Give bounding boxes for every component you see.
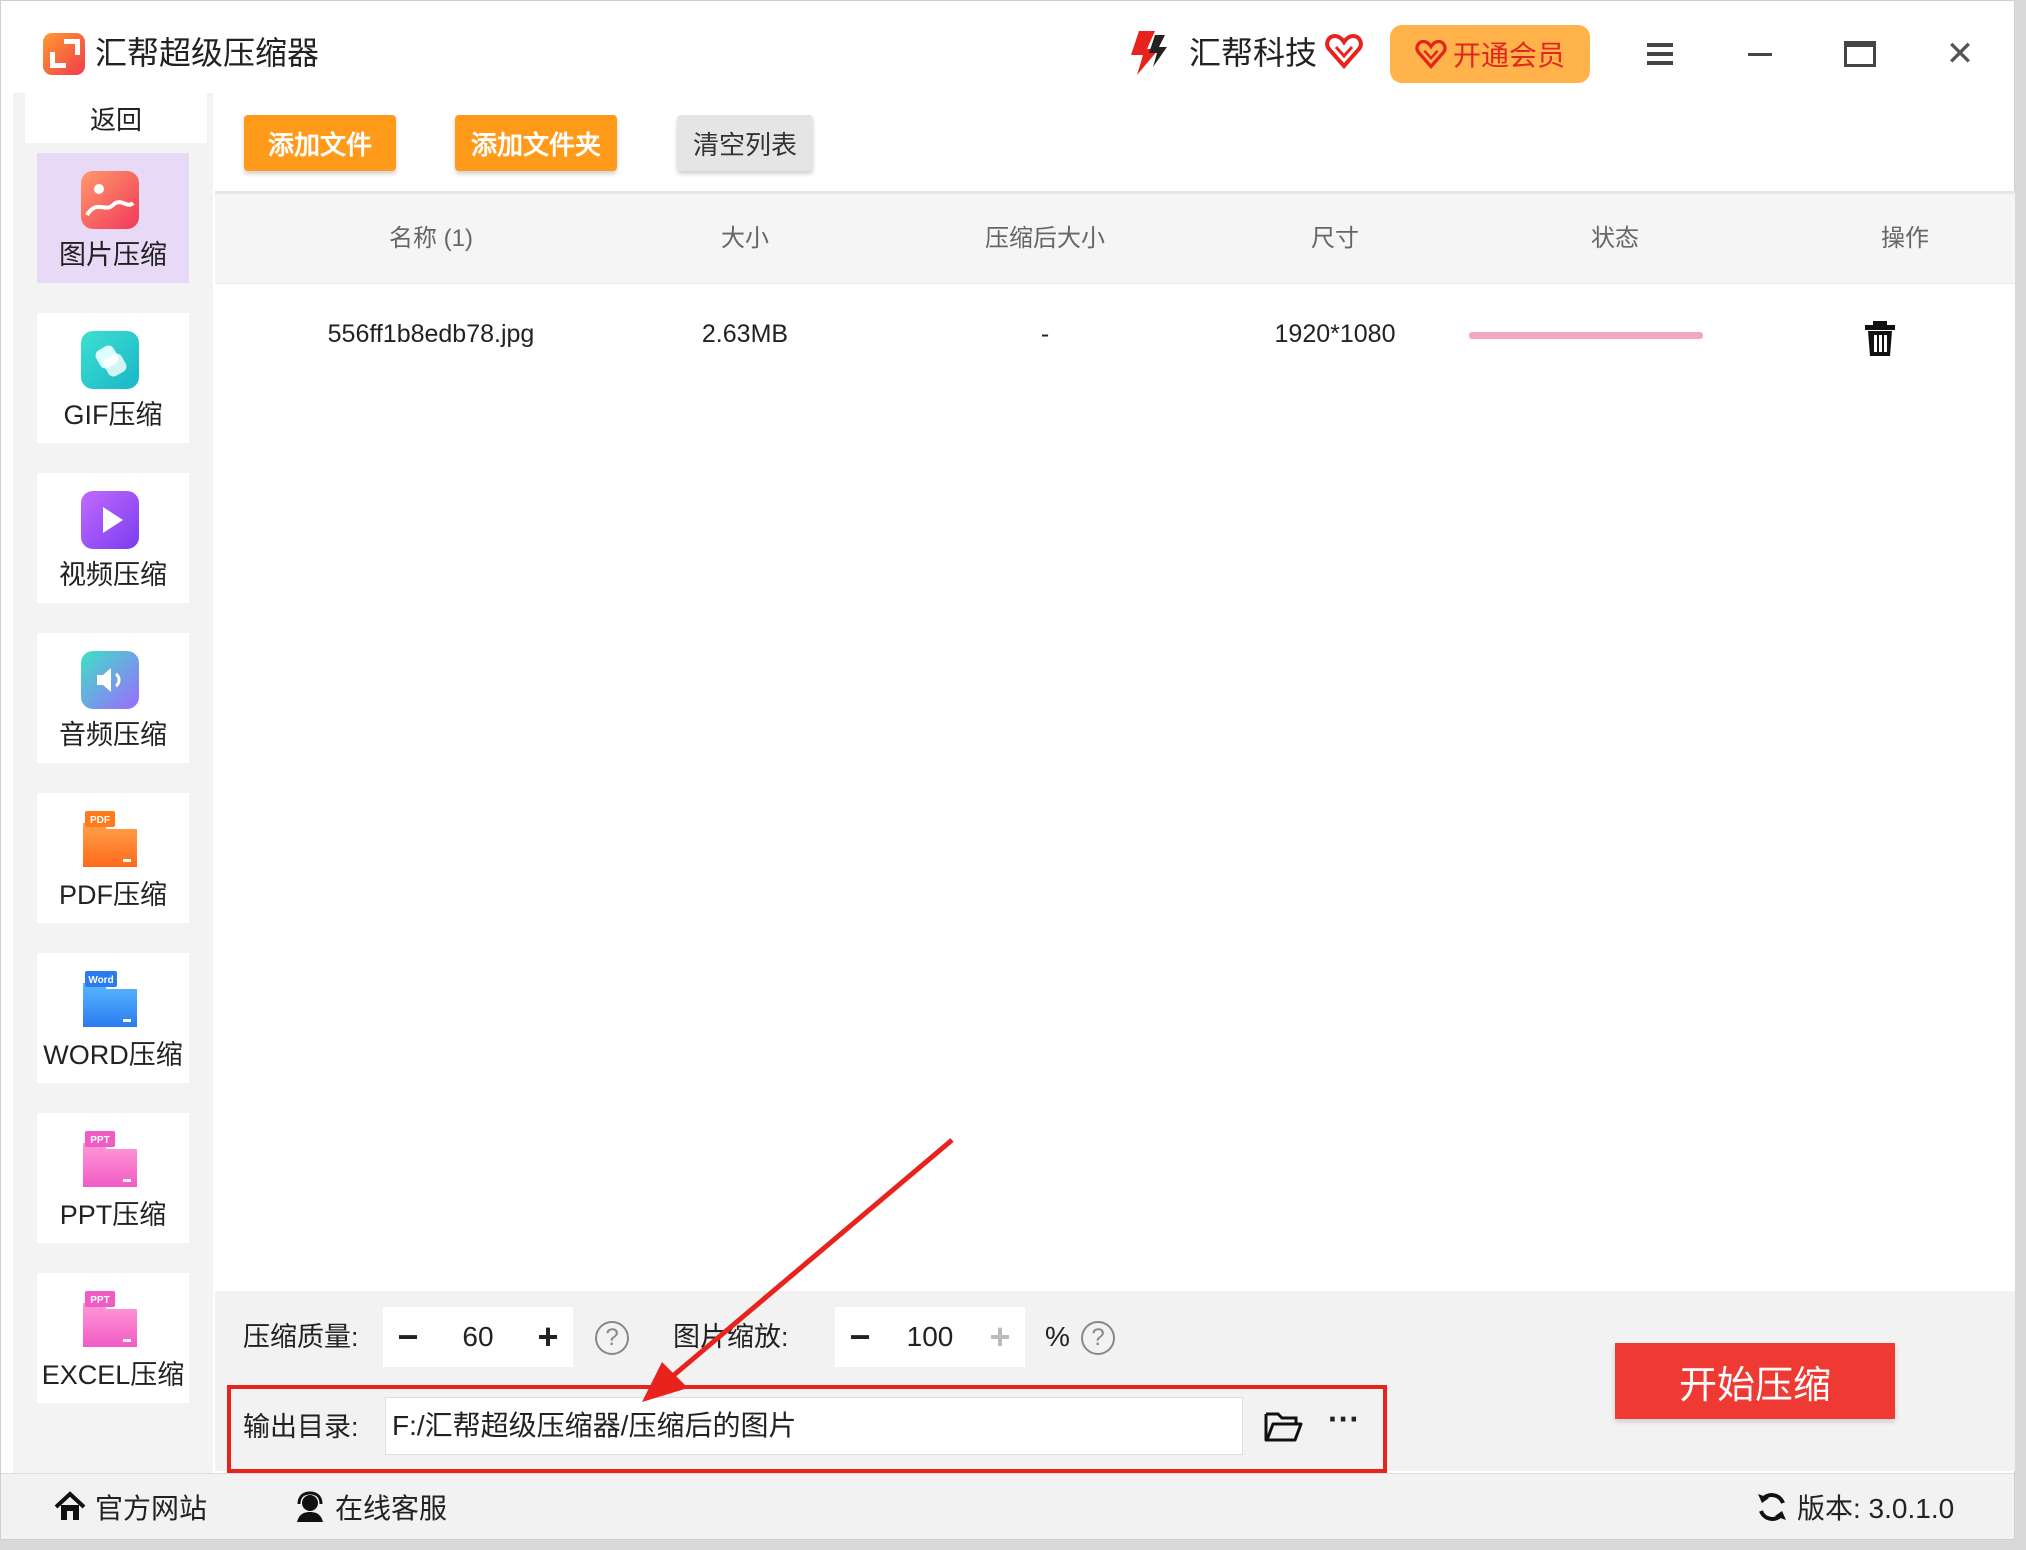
folder-open-icon[interactable] bbox=[1263, 1409, 1303, 1443]
scale-help-icon[interactable]: ? bbox=[1081, 1321, 1115, 1355]
column-header-dimensions[interactable]: 尺寸 bbox=[1215, 194, 1455, 284]
brand-name: 汇帮科技 bbox=[1189, 35, 1318, 71]
column-header-compressed-size[interactable]: 压缩后大小 bbox=[915, 194, 1175, 284]
sidebar-item-excel[interactable]: PPT EXCEL压缩 bbox=[37, 1273, 189, 1403]
scale-value[interactable]: 100 bbox=[885, 1321, 975, 1353]
table-header: 名称 (1) 大小 压缩后大小 尺寸 状态 操作 bbox=[215, 194, 2015, 284]
sidebar-item-pdf[interactable]: PDF PDF压缩 bbox=[37, 793, 189, 923]
sidebar-item-gif[interactable]: GIF压缩 bbox=[37, 313, 189, 443]
table-row[interactable]: 556ff1b8edb78.jpg 2.63MB - 1920*1080 bbox=[215, 284, 2015, 384]
online-service-label: 在线客服 bbox=[335, 1493, 448, 1524]
scale-increase-button[interactable]: + bbox=[975, 1307, 1025, 1367]
menu-icon bbox=[1647, 52, 1673, 56]
quality-help-icon[interactable]: ? bbox=[595, 1321, 629, 1355]
official-site-label: 官方网站 bbox=[95, 1493, 208, 1524]
delete-icon[interactable] bbox=[1860, 318, 1900, 358]
close-icon: ✕ bbox=[1945, 35, 1975, 73]
vip-button[interactable]: 开通会员 bbox=[1390, 25, 1590, 83]
version-label: 版本: 3.0.1.0 bbox=[1797, 1493, 1955, 1524]
add-folder-button[interactable]: 添加文件夹 bbox=[455, 115, 617, 171]
official-site-link[interactable]: 官方网站 bbox=[53, 1474, 207, 1540]
start-compress-button[interactable]: 开始压缩 bbox=[1615, 1343, 1895, 1419]
quality-increase-button[interactable]: + bbox=[523, 1307, 573, 1367]
compressed-size: - bbox=[1040, 320, 1050, 348]
more-options-button[interactable]: ··· bbox=[1319, 1399, 1369, 1449]
minimize-button[interactable] bbox=[1735, 29, 1785, 79]
app-title: 汇帮超级压缩器 bbox=[95, 35, 320, 71]
sidebar-item-label: 图片压缩 bbox=[59, 240, 167, 270]
status-progress-bar bbox=[1469, 332, 1703, 339]
home-icon bbox=[54, 1491, 86, 1520]
scale-stepper[interactable]: − 100 + bbox=[835, 1307, 1025, 1367]
file-size: 2.63MB bbox=[701, 320, 789, 348]
close-button[interactable]: ✕ bbox=[1935, 29, 1985, 79]
brand-logo-icon bbox=[1131, 31, 1167, 75]
column-header-action: 操作 bbox=[1881, 225, 1929, 252]
app-window: 汇帮超级压缩器 汇帮科技 开通会员 ✕ 返回 图片压缩 GIF压缩 视频压缩 音… bbox=[0, 0, 2015, 1540]
sidebar-item-ppt[interactable]: PPT PPT压缩 bbox=[37, 1113, 189, 1243]
excel-icon: PPT bbox=[83, 1291, 137, 1347]
sidebar-item-label: GIF压缩 bbox=[63, 400, 163, 430]
scale-unit: % bbox=[1045, 1321, 1070, 1352]
online-service-link[interactable]: 在线客服 bbox=[293, 1474, 447, 1540]
column-header-status[interactable]: 状态 bbox=[1485, 194, 1745, 284]
sidebar-item-label: EXCEL压缩 bbox=[41, 1360, 185, 1390]
scale-label: 图片缩放: bbox=[673, 1322, 789, 1352]
vip-button-label: 开通会员 bbox=[1452, 40, 1565, 71]
image-icon bbox=[81, 171, 139, 229]
pdf-icon: PDF bbox=[83, 811, 137, 867]
quality-stepper[interactable]: − 60 + bbox=[383, 1307, 573, 1367]
vip-heart-icon bbox=[1415, 39, 1447, 69]
sidebar-item-image[interactable]: 图片压缩 bbox=[37, 153, 189, 283]
output-path-input[interactable]: F:/汇帮超级压缩器/压缩后的图片 bbox=[385, 1397, 1243, 1455]
version-info: 版本: 3.0.1.0 bbox=[1755, 1474, 1954, 1540]
vip-heart-icon bbox=[1325, 33, 1363, 69]
sidebar-item-label: WORD压缩 bbox=[43, 1040, 183, 1070]
file-table: 名称 (1) 大小 压缩后大小 尺寸 状态 操作 556ff1b8edb78.j… bbox=[215, 191, 2015, 1291]
sidebar: 返回 图片压缩 GIF压缩 视频压缩 音频压缩 PDF PDF压缩 Word W… bbox=[13, 93, 213, 1473]
title-bar: 汇帮超级压缩器 汇帮科技 开通会员 ✕ bbox=[1, 1, 2014, 105]
menu-button[interactable] bbox=[1635, 29, 1685, 79]
sidebar-item-label: 视频压缩 bbox=[59, 560, 167, 590]
app-logo-icon bbox=[43, 33, 85, 75]
word-badge-text: Word bbox=[88, 975, 113, 986]
ppt-badge-text: PPT bbox=[90, 1135, 109, 1146]
pdf-badge-text: PDF bbox=[90, 815, 110, 826]
back-button[interactable]: 返回 bbox=[25, 93, 207, 143]
footer-bar: 官方网站 在线客服 版本: 3.0.1.0 bbox=[1, 1473, 2014, 1539]
word-icon: Word bbox=[83, 971, 137, 1027]
minimize-icon bbox=[1748, 52, 1772, 56]
quality-decrease-button[interactable]: − bbox=[383, 1307, 433, 1367]
clear-list-button[interactable]: 清空列表 bbox=[677, 115, 813, 171]
ppt-icon: PPT bbox=[83, 1131, 137, 1187]
scale-decrease-button[interactable]: − bbox=[835, 1307, 885, 1367]
output-label: 输出目录: bbox=[243, 1412, 359, 1442]
sidebar-item-audio[interactable]: 音频压缩 bbox=[37, 633, 189, 763]
quality-label: 压缩质量: bbox=[243, 1322, 359, 1352]
column-header-size[interactable]: 大小 bbox=[645, 194, 845, 284]
audio-icon bbox=[81, 651, 139, 709]
image-dimensions: 1920*1080 bbox=[1274, 320, 1396, 348]
status-progress-fill bbox=[1469, 332, 1703, 339]
sidebar-item-label: 音频压缩 bbox=[59, 720, 167, 750]
quality-value[interactable]: 60 bbox=[433, 1321, 523, 1353]
add-file-button[interactable]: 添加文件 bbox=[244, 115, 396, 171]
column-header-name[interactable]: 名称 (1) bbox=[295, 194, 567, 284]
sidebar-item-video[interactable]: 视频压缩 bbox=[37, 473, 189, 603]
gif-icon bbox=[81, 331, 139, 389]
refresh-icon bbox=[1758, 1493, 1786, 1521]
sidebar-item-label: PDF压缩 bbox=[59, 880, 167, 910]
file-name: 556ff1b8edb78.jpg bbox=[327, 320, 535, 348]
video-icon bbox=[81, 491, 139, 549]
sidebar-item-word[interactable]: Word WORD压缩 bbox=[37, 953, 189, 1083]
excel-badge-text: PPT bbox=[90, 1295, 109, 1306]
customer-service-icon bbox=[297, 1491, 323, 1522]
maximize-icon bbox=[1844, 41, 1876, 67]
maximize-button[interactable] bbox=[1835, 29, 1885, 79]
sidebar-item-label: PPT压缩 bbox=[59, 1200, 167, 1230]
